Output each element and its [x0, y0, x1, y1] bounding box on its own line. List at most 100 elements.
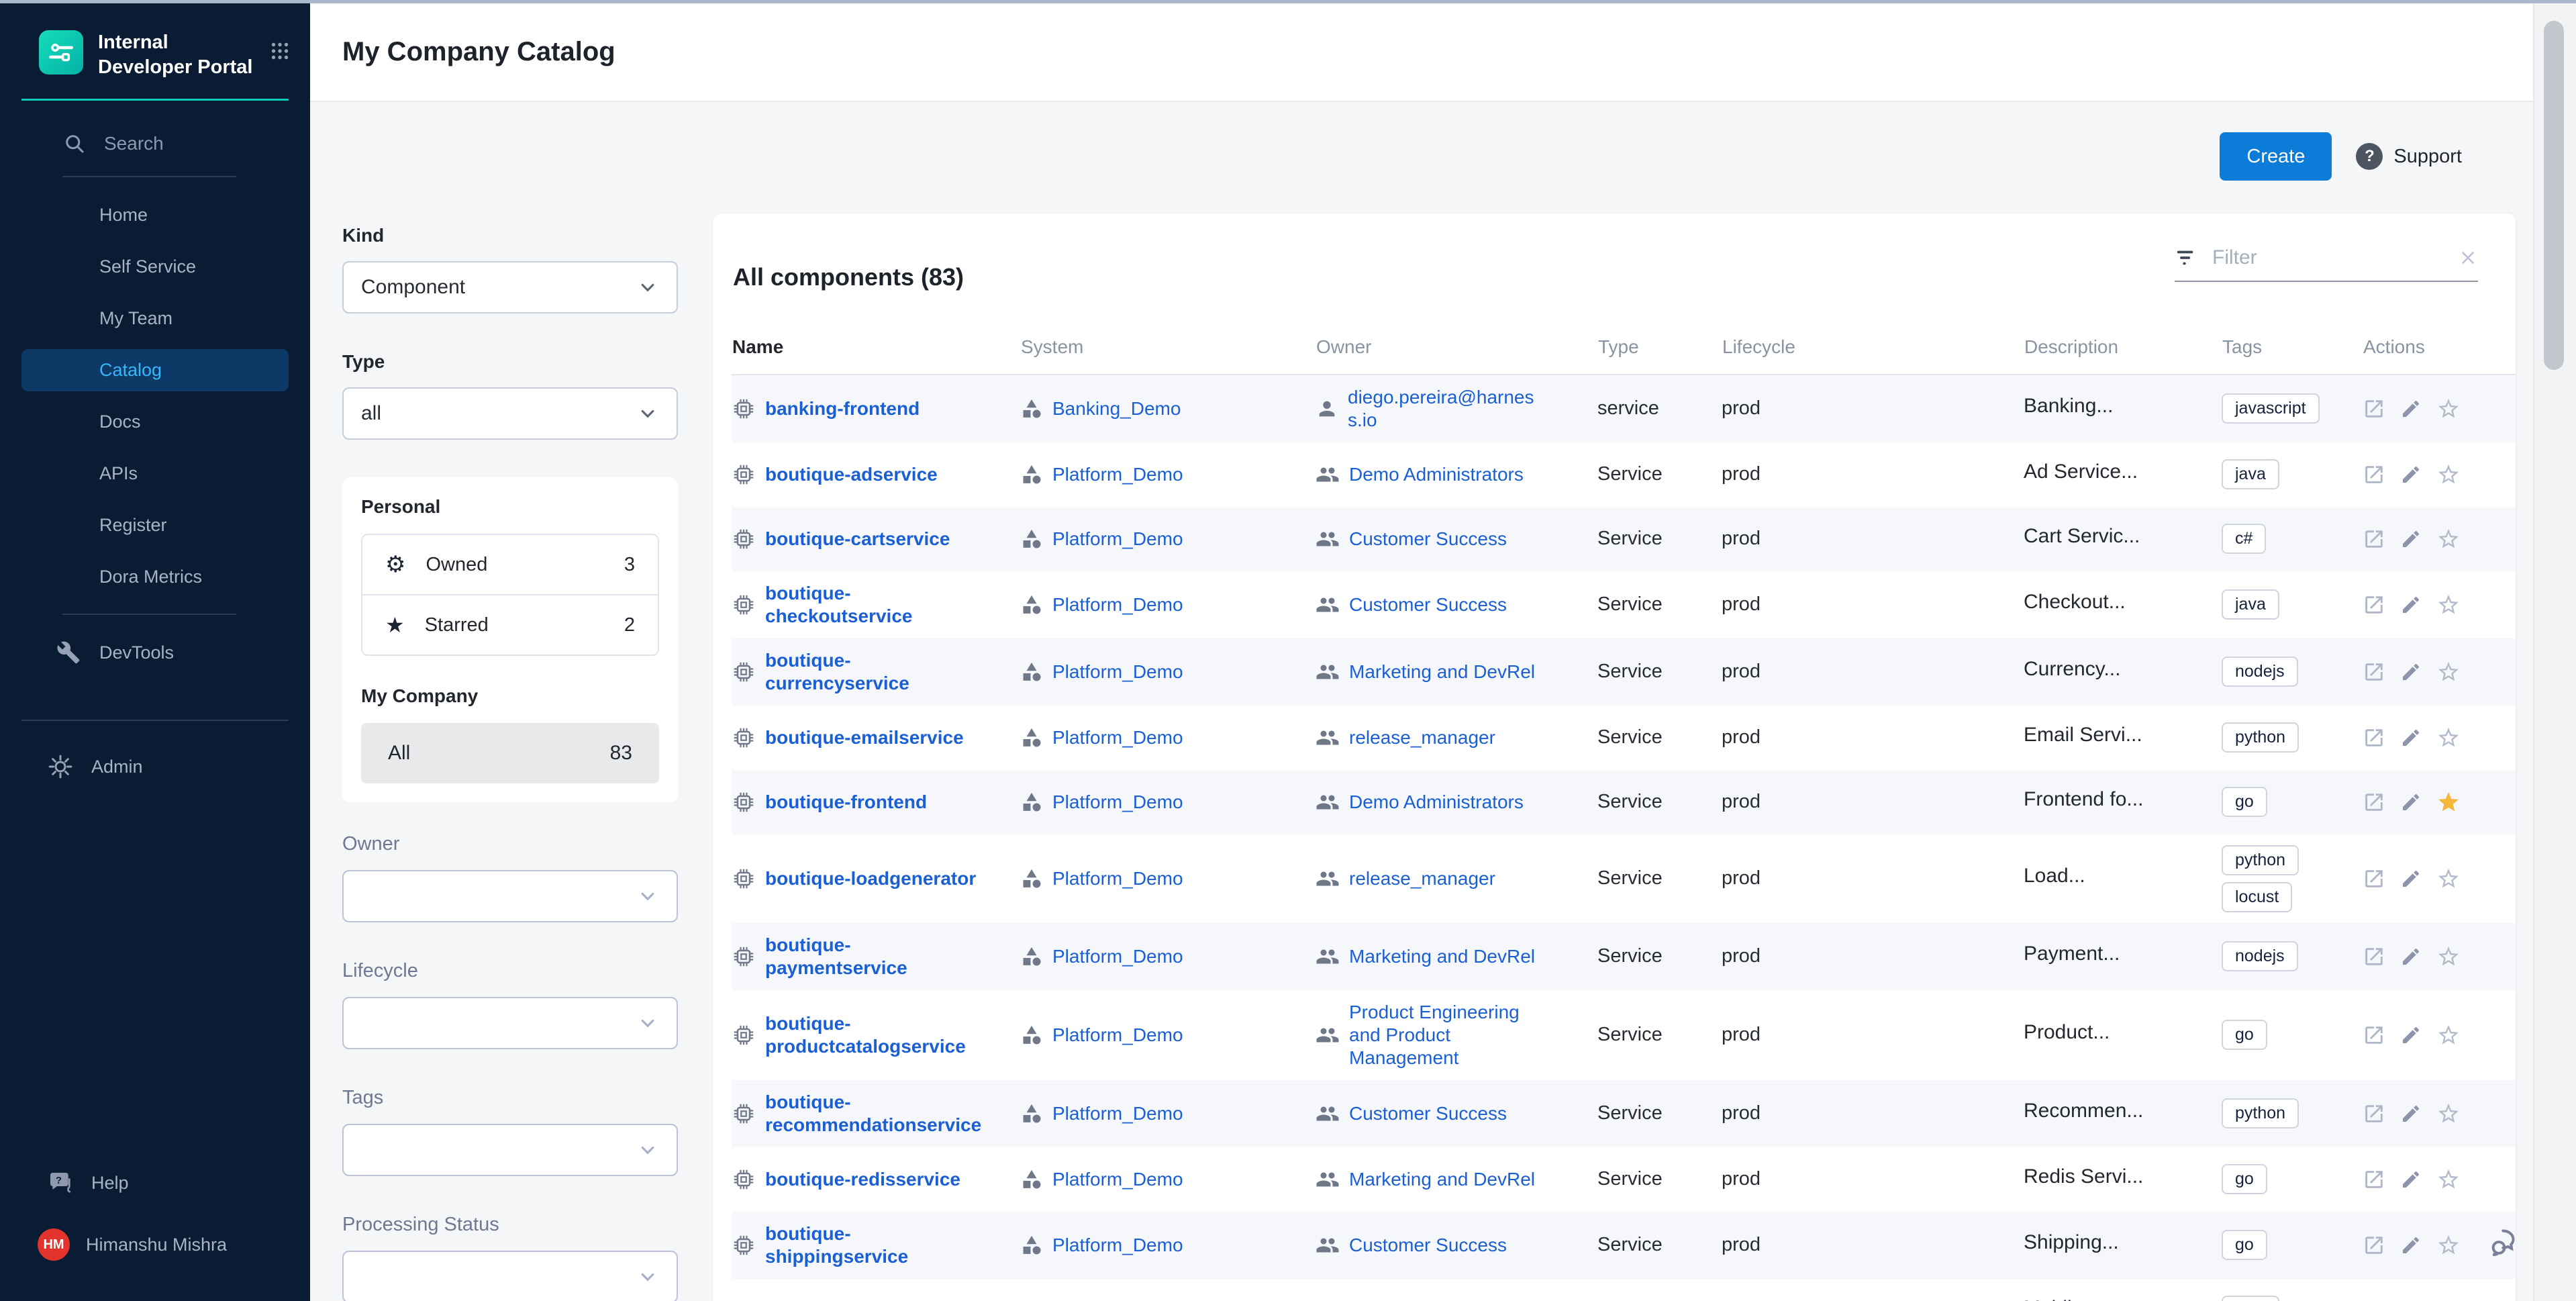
table-row[interactable]: boutique-paymentservice Platform_Demo Ma…: [732, 923, 2516, 990]
edit-component-button[interactable]: [2400, 398, 2422, 420]
sidebar-item-admin[interactable]: Admin: [0, 738, 310, 795]
system-link[interactable]: Platform_Demo: [1052, 726, 1183, 749]
owned-filter[interactable]: ⚙ Owned 3: [362, 535, 658, 594]
edit-component-button[interactable]: [2400, 1103, 2422, 1124]
sidebar-item-apis[interactable]: APIs: [0, 448, 310, 499]
table-row[interactable]: boutique-recommendationservice Platform_…: [732, 1080, 2516, 1147]
edit-component-button[interactable]: [2400, 661, 2422, 683]
component-name-link[interactable]: boutique-frontend: [765, 791, 927, 814]
open-component-button[interactable]: [2363, 593, 2385, 616]
edit-component-button[interactable]: [2400, 528, 2422, 550]
clear-filter-icon[interactable]: [2458, 248, 2478, 268]
system-link[interactable]: Platform_Demo: [1052, 661, 1183, 683]
page-scrollbar-track[interactable]: [2533, 3, 2576, 1301]
table-row[interactable]: boutique-productcatalogservice Platform_…: [732, 990, 2516, 1080]
owner-link[interactable]: Demo Administrators: [1349, 463, 1524, 486]
edit-component-button[interactable]: [2400, 727, 2422, 749]
sidebar-item-self-service[interactable]: Self Service: [0, 241, 310, 293]
owner-link[interactable]: Marketing and DevRel: [1349, 1168, 1535, 1191]
table-filter-input[interactable]: [2211, 246, 2444, 270]
system-link[interactable]: Platform_Demo: [1052, 945, 1183, 968]
component-name-link[interactable]: boutique-currencyservice: [765, 649, 983, 695]
owner-link[interactable]: release_manager: [1349, 726, 1495, 749]
component-name-link[interactable]: boutique-paymentservice: [765, 934, 983, 979]
open-component-button[interactable]: [2363, 661, 2385, 683]
sidebar-item-dora-metrics[interactable]: Dora Metrics: [0, 551, 310, 603]
table-row[interactable]: boutique-adservice Platform_Demo Demo Ad…: [732, 442, 2516, 507]
star-component-button[interactable]: [2436, 726, 2461, 750]
starred-filter[interactable]: ★ Starred 2: [362, 594, 658, 655]
star-component-button[interactable]: [2436, 1023, 2461, 1047]
sidebar-search[interactable]: Search: [62, 132, 236, 177]
system-link[interactable]: Platform_Demo: [1052, 791, 1183, 814]
star-component-button[interactable]: [2436, 463, 2461, 487]
component-name-link[interactable]: boutique-productcatalogservice: [765, 1012, 983, 1058]
open-component-button[interactable]: [2363, 463, 2385, 486]
star-component-button[interactable]: [2436, 867, 2461, 891]
star-component-button[interactable]: [2436, 1233, 2461, 1257]
system-link[interactable]: Platform_Demo: [1052, 1102, 1183, 1125]
owner-link[interactable]: Customer Success: [1349, 1234, 1507, 1257]
component-name-link[interactable]: boutique-loadgenerator: [765, 867, 976, 890]
open-component-button[interactable]: [2363, 397, 2385, 420]
sidebar-item-devtools[interactable]: DevTools: [0, 626, 310, 679]
component-name-link[interactable]: banking-frontend: [765, 397, 920, 420]
sidebar-user-menu[interactable]: HM Himanshu Mishra: [0, 1211, 310, 1278]
table-row[interactable]: boutique-shippingservice Platform_Demo C…: [732, 1212, 2516, 1279]
system-link[interactable]: Platform_Demo: [1052, 1234, 1183, 1257]
table-row[interactable]: boutique-frontend Platform_Demo Demo Adm…: [732, 770, 2516, 834]
table-row[interactable]: boutique-emailservice Platform_Demo rele…: [732, 706, 2516, 770]
component-name-link[interactable]: boutique-checkoutservice: [765, 582, 983, 628]
open-component-button[interactable]: [2363, 1024, 2385, 1047]
table-row[interactable]: bundler Platform_Demo Demo Administrator…: [732, 1279, 2516, 1301]
edit-component-button[interactable]: [2400, 594, 2422, 616]
open-component-button[interactable]: [2363, 791, 2385, 814]
open-component-button[interactable]: [2363, 1168, 2385, 1191]
edit-component-button[interactable]: [2400, 791, 2422, 813]
page-scrollbar-thumb[interactable]: [2544, 21, 2564, 370]
owner-link[interactable]: Customer Success: [1349, 528, 1507, 550]
component-name-link[interactable]: boutique-redisservice: [765, 1168, 960, 1191]
table-row[interactable]: boutique-loadgenerator Platform_Demo rel…: [732, 834, 2516, 923]
processing-status-select[interactable]: [342, 1251, 678, 1301]
sidebar-item-catalog[interactable]: Catalog: [21, 349, 289, 391]
owner-link[interactable]: diego.pereira@harness.io: [1348, 386, 1536, 432]
system-link[interactable]: Platform_Demo: [1052, 1024, 1183, 1047]
system-link[interactable]: Platform_Demo: [1052, 867, 1183, 890]
chat-widget-icon[interactable]: [2487, 1224, 2525, 1265]
kind-select[interactable]: Component: [342, 261, 678, 314]
owner-link[interactable]: Marketing and DevRel: [1349, 945, 1535, 968]
component-name-link[interactable]: boutique-recommendationservice: [765, 1091, 983, 1137]
table-row[interactable]: boutique-currencyservice Platform_Demo M…: [732, 638, 2516, 706]
owner-link[interactable]: release_manager: [1349, 867, 1495, 890]
edit-component-button[interactable]: [2400, 464, 2422, 485]
system-link[interactable]: Banking_Demo: [1052, 397, 1181, 420]
open-component-button[interactable]: [2363, 1102, 2385, 1125]
star-component-button[interactable]: [2436, 1102, 2461, 1126]
component-name-link[interactable]: boutique-shippingservice: [765, 1222, 983, 1268]
star-component-button[interactable]: [2436, 397, 2461, 421]
edit-component-button[interactable]: [2400, 1024, 2422, 1046]
table-row[interactable]: boutique-cartservice Platform_Demo Custo…: [732, 507, 2516, 571]
open-component-button[interactable]: [2363, 867, 2385, 890]
table-row[interactable]: boutique-checkoutservice Platform_Demo C…: [732, 571, 2516, 638]
owner-link[interactable]: Demo Administrators: [1349, 791, 1524, 814]
component-name-link[interactable]: boutique-emailservice: [765, 726, 964, 749]
all-filter[interactable]: All 83: [361, 723, 659, 783]
owner-link[interactable]: Product Engineering and Product Manageme…: [1349, 1001, 1537, 1069]
type-select[interactable]: all: [342, 387, 678, 440]
edit-component-button[interactable]: [2400, 946, 2422, 967]
owner-link[interactable]: Customer Success: [1349, 1102, 1507, 1125]
sidebar-item-my-team[interactable]: My Team: [0, 293, 310, 344]
open-component-button[interactable]: [2363, 528, 2385, 550]
owner-link[interactable]: Customer Success: [1349, 593, 1507, 616]
table-row[interactable]: boutique-redisservice Platform_Demo Mark…: [732, 1147, 2516, 1212]
system-link[interactable]: Platform_Demo: [1052, 593, 1183, 616]
edit-component-button[interactable]: [2400, 1169, 2422, 1190]
component-name-link[interactable]: boutique-cartservice: [765, 528, 950, 550]
star-component-button[interactable]: [2436, 527, 2461, 551]
star-component-button[interactable]: [2436, 790, 2461, 814]
open-component-button[interactable]: [2363, 1234, 2385, 1257]
star-component-button[interactable]: [2436, 1167, 2461, 1192]
component-name-link[interactable]: boutique-adservice: [765, 463, 938, 486]
